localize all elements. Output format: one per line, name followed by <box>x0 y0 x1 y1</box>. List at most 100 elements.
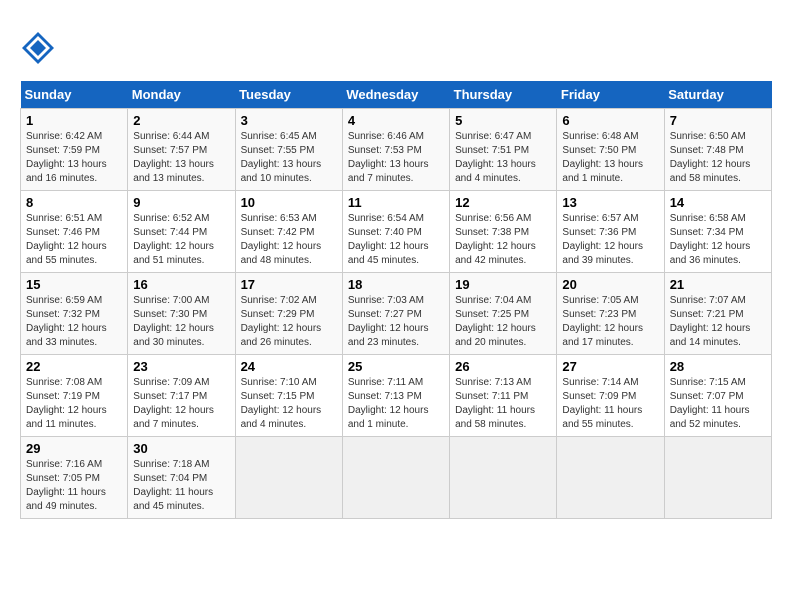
day-info: Sunrise: 6:56 AM Sunset: 7:38 PM Dayligh… <box>455 212 551 268</box>
calendar-cell: 23 Sunrise: 7:09 AM Sunset: 7:17 PM Dayli… <box>128 355 235 437</box>
day-number: 23 <box>133 359 229 374</box>
calendar-cell: 16 Sunrise: 7:00 AM Sunset: 7:30 PM Dayli… <box>128 273 235 355</box>
day-number: 17 <box>241 277 337 292</box>
day-info: Sunrise: 6:42 AM Sunset: 7:59 PM Dayligh… <box>26 130 122 186</box>
day-number: 5 <box>455 113 551 128</box>
day-info: Sunrise: 7:18 AM Sunset: 7:04 PM Dayligh… <box>133 458 229 514</box>
calendar-cell: 14 Sunrise: 6:58 AM Sunset: 7:34 PM Dayli… <box>664 191 771 273</box>
calendar-cell <box>235 437 342 519</box>
day-number: 22 <box>26 359 122 374</box>
day-number: 2 <box>133 113 229 128</box>
day-number: 27 <box>562 359 658 374</box>
calendar-cell: 10 Sunrise: 6:53 AM Sunset: 7:42 PM Dayli… <box>235 191 342 273</box>
day-info: Sunrise: 7:11 AM Sunset: 7:13 PM Dayligh… <box>348 376 444 432</box>
day-of-week-header: Monday <box>128 81 235 109</box>
day-info: Sunrise: 6:53 AM Sunset: 7:42 PM Dayligh… <box>241 212 337 268</box>
day-number: 14 <box>670 195 766 210</box>
calendar-cell: 22 Sunrise: 7:08 AM Sunset: 7:19 PM Dayli… <box>21 355 128 437</box>
day-info: Sunrise: 7:07 AM Sunset: 7:21 PM Dayligh… <box>670 294 766 350</box>
day-number: 19 <box>455 277 551 292</box>
calendar-cell: 11 Sunrise: 6:54 AM Sunset: 7:40 PM Dayli… <box>342 191 449 273</box>
calendar-table: SundayMondayTuesdayWednesdayThursdayFrid… <box>20 81 772 519</box>
day-number: 28 <box>670 359 766 374</box>
calendar-cell: 27 Sunrise: 7:14 AM Sunset: 7:09 PM Dayli… <box>557 355 664 437</box>
day-of-week-header: Saturday <box>664 81 771 109</box>
calendar-cell <box>664 437 771 519</box>
calendar-cell: 6 Sunrise: 6:48 AM Sunset: 7:50 PM Daylig… <box>557 109 664 191</box>
day-info: Sunrise: 6:58 AM Sunset: 7:34 PM Dayligh… <box>670 212 766 268</box>
day-info: Sunrise: 7:00 AM Sunset: 7:30 PM Dayligh… <box>133 294 229 350</box>
day-number: 21 <box>670 277 766 292</box>
day-number: 15 <box>26 277 122 292</box>
day-number: 7 <box>670 113 766 128</box>
day-number: 16 <box>133 277 229 292</box>
day-number: 20 <box>562 277 658 292</box>
calendar-cell: 18 Sunrise: 7:03 AM Sunset: 7:27 PM Dayli… <box>342 273 449 355</box>
day-number: 25 <box>348 359 444 374</box>
day-number: 26 <box>455 359 551 374</box>
calendar-cell: 9 Sunrise: 6:52 AM Sunset: 7:44 PM Daylig… <box>128 191 235 273</box>
calendar-cell: 24Sunrise: 7:10 AM Sunset: 7:15 PM Dayli… <box>235 355 342 437</box>
calendar-cell <box>557 437 664 519</box>
day-of-week-header: Thursday <box>450 81 557 109</box>
day-info: Sunrise: 7:03 AM Sunset: 7:27 PM Dayligh… <box>348 294 444 350</box>
calendar-cell: 7Sunrise: 6:50 AM Sunset: 7:48 PM Daylig… <box>664 109 771 191</box>
day-info: Sunrise: 6:45 AM Sunset: 7:55 PM Dayligh… <box>241 130 337 186</box>
calendar-cell: 13Sunrise: 6:57 AM Sunset: 7:36 PM Dayli… <box>557 191 664 273</box>
calendar-cell: 12 Sunrise: 6:56 AM Sunset: 7:38 PM Dayli… <box>450 191 557 273</box>
calendar-cell: 28 Sunrise: 7:15 AM Sunset: 7:07 PM Dayli… <box>664 355 771 437</box>
day-number: 4 <box>348 113 444 128</box>
calendar-cell <box>450 437 557 519</box>
day-info: Sunrise: 7:09 AM Sunset: 7:17 PM Dayligh… <box>133 376 229 432</box>
day-of-week-header: Sunday <box>21 81 128 109</box>
calendar-cell: 30 Sunrise: 7:18 AM Sunset: 7:04 PM Dayli… <box>128 437 235 519</box>
day-of-week-header: Tuesday <box>235 81 342 109</box>
calendar-cell: 21 Sunrise: 7:07 AM Sunset: 7:21 PM Dayli… <box>664 273 771 355</box>
day-info: Sunrise: 6:48 AM Sunset: 7:50 PM Dayligh… <box>562 130 658 186</box>
calendar-cell: 5 Sunrise: 6:47 AM Sunset: 7:51 PM Daylig… <box>450 109 557 191</box>
day-info: Sunrise: 7:14 AM Sunset: 7:09 PM Dayligh… <box>562 376 658 432</box>
day-info: Sunrise: 7:15 AM Sunset: 7:07 PM Dayligh… <box>670 376 766 432</box>
day-info: Sunrise: 7:08 AM Sunset: 7:19 PM Dayligh… <box>26 376 122 432</box>
day-info: Sunrise: 7:16 AM Sunset: 7:05 PM Dayligh… <box>26 458 122 514</box>
calendar-cell: 17 Sunrise: 7:02 AM Sunset: 7:29 PM Dayli… <box>235 273 342 355</box>
day-info: Sunrise: 7:05 AM Sunset: 7:23 PM Dayligh… <box>562 294 658 350</box>
day-of-week-header: Friday <box>557 81 664 109</box>
day-of-week-header: Wednesday <box>342 81 449 109</box>
day-number: 6 <box>562 113 658 128</box>
day-number: 11 <box>348 195 444 210</box>
day-info: Sunrise: 6:46 AM Sunset: 7:53 PM Dayligh… <box>348 130 444 186</box>
day-number: 9 <box>133 195 229 210</box>
calendar-cell: 2 Sunrise: 6:44 AM Sunset: 7:57 PM Daylig… <box>128 109 235 191</box>
day-number: 3 <box>241 113 337 128</box>
day-number: 1 <box>26 113 122 128</box>
logo-icon <box>20 30 56 66</box>
day-info: Sunrise: 7:02 AM Sunset: 7:29 PM Dayligh… <box>241 294 337 350</box>
calendar-cell: 20 Sunrise: 7:05 AM Sunset: 7:23 PM Dayli… <box>557 273 664 355</box>
day-number: 18 <box>348 277 444 292</box>
day-number: 10 <box>241 195 337 210</box>
day-info: Sunrise: 7:04 AM Sunset: 7:25 PM Dayligh… <box>455 294 551 350</box>
day-number: 12 <box>455 195 551 210</box>
calendar-cell: 4 Sunrise: 6:46 AM Sunset: 7:53 PM Daylig… <box>342 109 449 191</box>
day-number: 30 <box>133 441 229 456</box>
calendar-cell: 25 Sunrise: 7:11 AM Sunset: 7:13 PM Dayli… <box>342 355 449 437</box>
day-info: Sunrise: 6:52 AM Sunset: 7:44 PM Dayligh… <box>133 212 229 268</box>
calendar-cell: 1 Sunrise: 6:42 AM Sunset: 7:59 PM Daylig… <box>21 109 128 191</box>
calendar-cell <box>342 437 449 519</box>
calendar-cell: 29 Sunrise: 7:16 AM Sunset: 7:05 PM Dayli… <box>21 437 128 519</box>
day-info: Sunrise: 6:59 AM Sunset: 7:32 PM Dayligh… <box>26 294 122 350</box>
day-info: Sunrise: 6:44 AM Sunset: 7:57 PM Dayligh… <box>133 130 229 186</box>
day-number: 29 <box>26 441 122 456</box>
day-number: 8 <box>26 195 122 210</box>
calendar-cell: 19 Sunrise: 7:04 AM Sunset: 7:25 PM Dayli… <box>450 273 557 355</box>
day-info: Sunrise: 6:47 AM Sunset: 7:51 PM Dayligh… <box>455 130 551 186</box>
day-info: Sunrise: 6:51 AM Sunset: 7:46 PM Dayligh… <box>26 212 122 268</box>
calendar-cell: 8 Sunrise: 6:51 AM Sunset: 7:46 PM Daylig… <box>21 191 128 273</box>
logo <box>20 30 62 71</box>
day-info: Sunrise: 7:10 AM Sunset: 7:15 PM Dayligh… <box>241 376 337 432</box>
calendar-cell: 26 Sunrise: 7:13 AM Sunset: 7:11 PM Dayli… <box>450 355 557 437</box>
day-info: Sunrise: 6:54 AM Sunset: 7:40 PM Dayligh… <box>348 212 444 268</box>
day-info: Sunrise: 7:13 AM Sunset: 7:11 PM Dayligh… <box>455 376 551 432</box>
calendar-cell: 15 Sunrise: 6:59 AM Sunset: 7:32 PM Dayli… <box>21 273 128 355</box>
